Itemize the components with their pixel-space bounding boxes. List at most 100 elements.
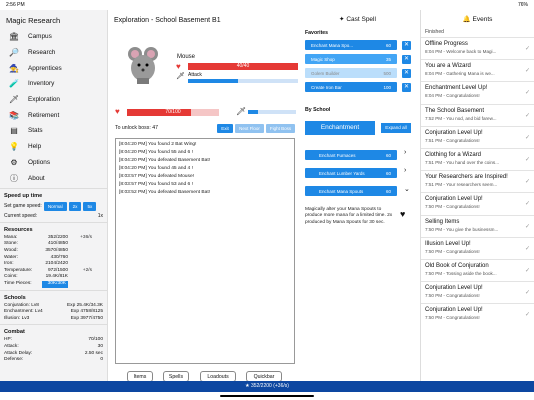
check-icon: ✓ bbox=[524, 245, 530, 252]
research-icon: 🔎 bbox=[9, 48, 19, 58]
speed-2x-button[interactable]: 2x bbox=[68, 201, 82, 211]
enemy-attack-label: Attack bbox=[188, 72, 202, 78]
log-line: [8:03:57 PM] You defeated Mouse! bbox=[119, 174, 195, 179]
sidebar-item-label: Exploration bbox=[28, 96, 60, 104]
sidebar-item-stats[interactable]: ▤ Stats bbox=[0, 123, 107, 139]
log-line: [8:03:52 PM] You defeated Basement Bat! bbox=[119, 190, 211, 195]
remove-favorite-button[interactable]: ✕ bbox=[402, 40, 411, 50]
check-icon: ✓ bbox=[524, 290, 530, 297]
event-detail: 8:04 PM - Gathering Mana is we... bbox=[425, 71, 495, 77]
speed-title: Speed up time bbox=[0, 187, 107, 201]
remove-favorite-button[interactable]: ✕ bbox=[402, 68, 411, 78]
sidebar-item-options[interactable]: ⚙ Options bbox=[0, 155, 107, 171]
school-select-button[interactable]: Enchantment bbox=[305, 121, 375, 135]
sidebar-item-help[interactable]: 💡 Help bbox=[0, 139, 107, 155]
sidebar-item-inventory[interactable]: 🧪 Inventory bbox=[0, 76, 107, 92]
sidebar-item-exploration[interactable]: 🗡 Exploration bbox=[0, 92, 107, 108]
event-item[interactable]: Illusion Level Up! 7:50 PM - Congratulati… bbox=[421, 236, 534, 259]
event-title: Your Researchers are Inspired! bbox=[425, 174, 508, 181]
retirement-icon: 📚 bbox=[9, 110, 19, 120]
event-item[interactable]: The School Basement 7:52 PM - You nod, an… bbox=[421, 103, 534, 126]
chevron-right-icon[interactable]: › bbox=[404, 167, 406, 174]
heart-icon: ♥ bbox=[176, 62, 181, 71]
remove-favorite-button[interactable]: ✕ bbox=[402, 82, 411, 92]
check-icon: ✓ bbox=[524, 112, 530, 119]
resource-rate bbox=[68, 241, 92, 248]
spell-cost: 60 bbox=[385, 42, 391, 48]
school-spell-button[interactable]: Enchant Lumber Yards 60 bbox=[305, 168, 397, 178]
expand-all-button[interactable]: Expand all bbox=[381, 123, 411, 133]
heart-icon[interactable]: ♥ bbox=[400, 209, 405, 219]
school-name: Illusion: Lv3 bbox=[4, 315, 30, 321]
event-item[interactable]: Conjuration Level Up! 7:50 PM - Congratul… bbox=[421, 192, 534, 214]
event-item[interactable]: You are a Wizard 8:04 PM - Gathering Mana… bbox=[421, 59, 534, 81]
check-icon: ✓ bbox=[524, 134, 530, 141]
event-detail: 8:04 PM - Congratulations! bbox=[425, 93, 480, 99]
event-detail: 7:51 PM - Congratulations! bbox=[425, 137, 480, 143]
combat-title: Combat bbox=[0, 324, 107, 337]
favorites-label: Favorites bbox=[305, 30, 329, 36]
event-item[interactable]: Selling Items 7:50 PM - You give the busi… bbox=[421, 214, 534, 237]
favorite-spell-button[interactable]: Enchant Mana Spo... 60 bbox=[305, 40, 397, 50]
resources-list: Mana: 352/2200 +36/s Stone: 410/4850 Wood: 357… bbox=[0, 235, 107, 288]
event-item[interactable]: Enchantment Level Up! 8:04 PM - Congratul… bbox=[421, 81, 534, 103]
next-floor-button[interactable]: Next Floor bbox=[235, 124, 264, 133]
spells-panel: ✦ Cast Spell Favorites Enchant Mana Spo.… bbox=[300, 10, 415, 386]
favorite-spell-button[interactable]: Magic Shop 35 bbox=[305, 54, 397, 64]
speed-5x-button[interactable]: 5x bbox=[83, 201, 97, 211]
event-detail: 7:50 PM - You give the businessm... bbox=[425, 226, 499, 232]
schools-list: Conjuration: Lv8 Exp 25.4K/34.3K Enchantme… bbox=[0, 303, 107, 323]
chevron-right-icon[interactable]: › bbox=[404, 149, 406, 156]
event-item[interactable]: Offline Progress 8:04 PM - Welcome back t… bbox=[421, 37, 534, 59]
favorite-spell-button[interactable]: Golem Builder 500 bbox=[305, 68, 397, 78]
event-detail: 7:51 PM - You hand over the coins... bbox=[425, 159, 500, 165]
log-line: [8:03:57 PM] You found 53 and 6 ! bbox=[119, 182, 193, 187]
spell-name: Enchant Mana Spo... bbox=[311, 42, 354, 48]
remove-favorite-button[interactable]: ✕ bbox=[402, 54, 411, 64]
check-icon: ✓ bbox=[524, 46, 530, 52]
stats-icon: ▤ bbox=[10, 126, 18, 136]
sidebar-item-retirement[interactable]: 📚 Retirement bbox=[0, 107, 107, 123]
schools-title: Schools bbox=[0, 289, 107, 303]
event-item[interactable]: Your Researchers are Inspired! 7:51 PM - … bbox=[421, 170, 534, 192]
sidebar-item-campus[interactable]: 🏛 Campus bbox=[0, 29, 107, 45]
favorite-spell-button[interactable]: Create Iron Bar 100 bbox=[305, 82, 397, 92]
home-indicator[interactable] bbox=[220, 395, 314, 397]
sidebar-item-research[interactable]: 🔎 Research bbox=[0, 45, 107, 61]
check-icon: ✓ bbox=[524, 179, 530, 186]
school-spell-button[interactable]: Enchant Furnaces 60 bbox=[305, 150, 397, 160]
spell-description: Magically alter your Mana Spouts to prod… bbox=[305, 207, 393, 225]
resource-rate: +36/s bbox=[80, 234, 92, 240]
current-speed-label: Current speed: bbox=[4, 212, 38, 219]
inventory-icon: 🧪 bbox=[9, 79, 19, 89]
event-item[interactable]: Old Book of Conjuration 7:50 PM - Tossing… bbox=[421, 258, 534, 281]
event-item[interactable]: Conjuration Level Up! 7:51 PM - Congratul… bbox=[421, 125, 534, 148]
sidebar-item-label: Inventory bbox=[28, 80, 55, 88]
exit-button[interactable]: Exit bbox=[217, 124, 233, 133]
school-spell-button[interactable]: Enchant Mana Spouts 60 bbox=[305, 186, 397, 196]
event-item[interactable]: Clothing for a Wizard 7:51 PM - You hand … bbox=[421, 147, 534, 170]
sidebar-item-about[interactable]: ⓘ About bbox=[0, 170, 107, 186]
speed-normal-button[interactable]: Normal bbox=[43, 201, 67, 211]
resource-rate bbox=[68, 255, 92, 262]
school-name: Enchantment: Lv4 bbox=[4, 309, 43, 315]
spell-name: Enchant Lumber Yards bbox=[319, 170, 365, 176]
combat-stat-name: HP: bbox=[4, 337, 12, 343]
battle-log[interactable]: [8:04:20 PM] You found 2 Bat Wing! [8:04:… bbox=[115, 138, 295, 364]
app-title: Magic Research bbox=[6, 16, 61, 25]
sidebar-item-apprentices[interactable]: 🧙 Apprentices bbox=[0, 60, 107, 76]
player-attack-bar bbox=[248, 110, 296, 114]
chevron-down-icon[interactable]: ⌄ bbox=[404, 185, 410, 193]
event-detail: 7:50 PM - Congratulations! bbox=[425, 248, 480, 254]
fight-boss-button[interactable]: Fight Boss bbox=[266, 124, 295, 133]
sidebar-item-label: Apprentices bbox=[28, 64, 62, 72]
combat-list: HP: 70/100 Attack: 30 Attack Delay: 2.50 sec D… bbox=[0, 337, 107, 363]
exploration-icon: 🗡 bbox=[8, 95, 20, 105]
event-item[interactable]: Conjuration Level Up! 7:50 PM - Congratul… bbox=[421, 303, 534, 325]
combat-stat-name: Attack: bbox=[4, 344, 19, 349]
exploration-panel: Exploration - School Basement B1 Mouse ♥… bbox=[108, 10, 300, 386]
spell-cost: 100 bbox=[383, 84, 391, 90]
spell-cost: 60 bbox=[385, 152, 391, 158]
resource-value: 30K/30K bbox=[42, 281, 68, 288]
event-item[interactable]: Conjuration Level Up! 7:50 PM - Congratul… bbox=[421, 281, 534, 303]
